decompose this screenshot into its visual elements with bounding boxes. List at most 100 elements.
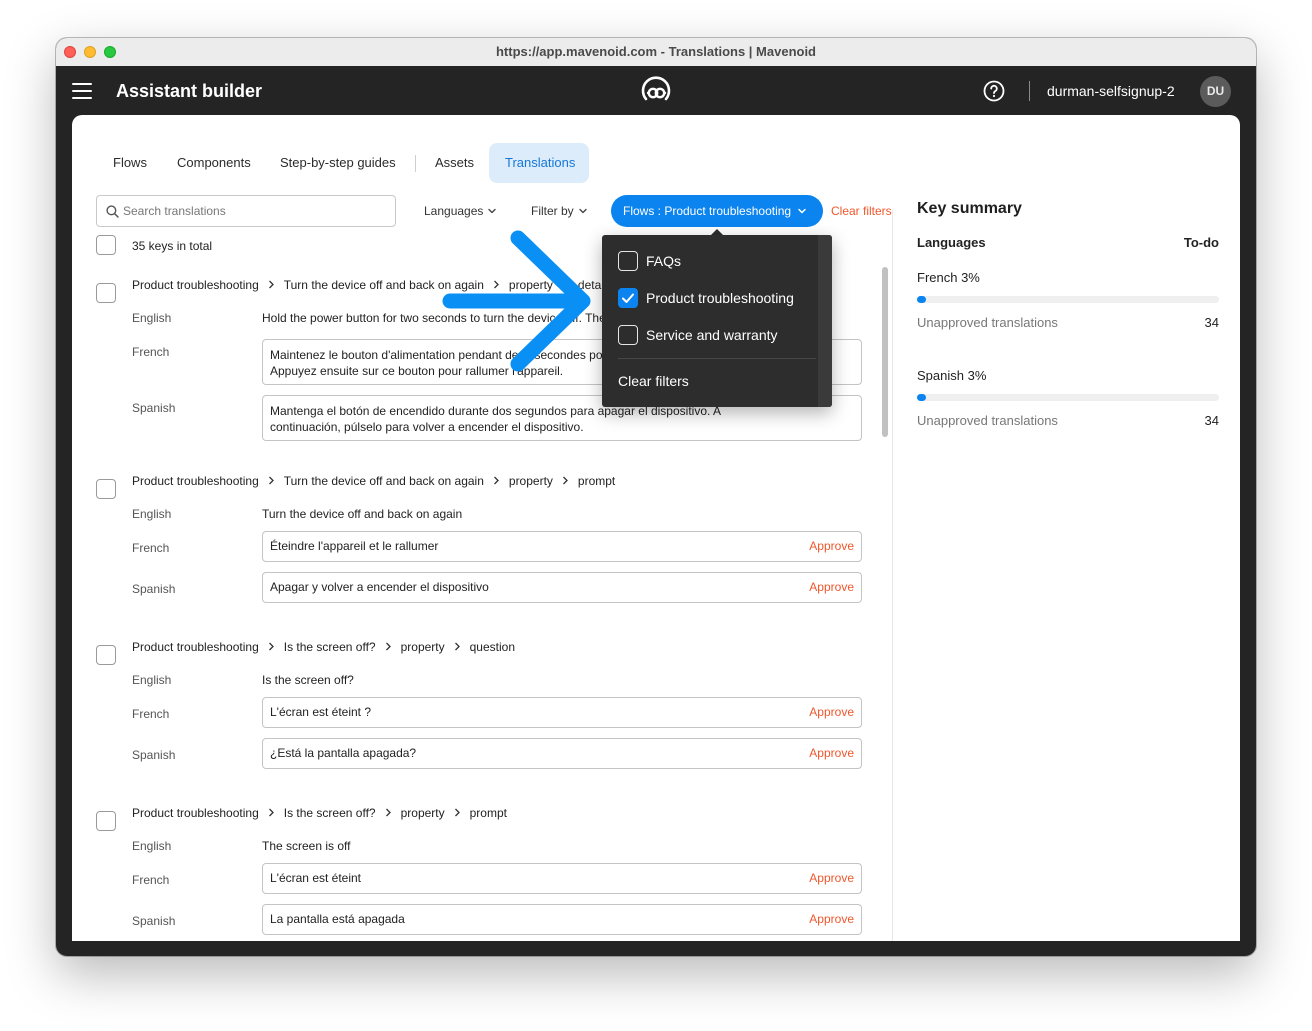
- chevron-right-icon: [268, 808, 274, 817]
- breadcrumb-item[interactable]: prompt: [470, 806, 507, 820]
- approve-button[interactable]: Approve: [809, 698, 854, 727]
- chevron-right-icon: [562, 280, 568, 289]
- select-all-checkbox[interactable]: [96, 235, 116, 255]
- spanish-translation-field[interactable]: ¿Está la pantalla apagada? Approve: [262, 738, 862, 769]
- languages-dropdown[interactable]: Languages: [424, 195, 497, 227]
- org-name[interactable]: durman-selfsignup-2: [1047, 66, 1175, 116]
- english-source-text: The screen is off: [262, 839, 351, 853]
- breadcrumb-item[interactable]: Product troubleshooting: [132, 806, 259, 820]
- window-title: https://app.mavenoid.com - Translations …: [495, 44, 817, 59]
- french-translation-field[interactable]: L'écran est éteint Approve: [262, 863, 862, 894]
- approve-button[interactable]: Approve: [809, 573, 854, 602]
- breadcrumb-item[interactable]: property: [401, 806, 445, 820]
- french-translation-field[interactable]: L'écran est éteint ? Approve: [262, 697, 862, 728]
- flows-filter-label: Flows : Product troubleshooting: [623, 204, 792, 218]
- french-translation-text: L'écran est éteint: [270, 871, 362, 885]
- chevron-right-icon: [454, 808, 460, 817]
- chevron-right-icon: [385, 642, 391, 651]
- clear-filters-link[interactable]: Clear filters: [831, 195, 892, 227]
- browser-window: https://app.mavenoid.com - Translations …: [56, 38, 1256, 956]
- panel-divider: [892, 210, 893, 941]
- approve-button[interactable]: Approve: [809, 864, 854, 893]
- unapproved-count: 34: [1204, 315, 1219, 330]
- chevron-right-icon: [385, 808, 391, 817]
- languages-dropdown-label: Languages: [424, 204, 484, 218]
- english-label: English: [132, 673, 172, 687]
- filter-by-dropdown[interactable]: Filter by: [531, 195, 588, 227]
- option-label: Service and warranty: [646, 327, 778, 343]
- chevron-down-icon: [578, 208, 587, 214]
- avatar[interactable]: DU: [1200, 76, 1231, 107]
- breadcrumb-item[interactable]: Is the screen off?: [284, 640, 376, 654]
- french-translation-field[interactable]: Éteindre l'appareil et le rallumer Appro…: [262, 531, 862, 562]
- approve-button[interactable]: Approve: [809, 532, 854, 561]
- english-label: English: [132, 839, 172, 853]
- entry-checkbox[interactable]: [96, 645, 116, 665]
- chevron-right-icon: [454, 642, 460, 651]
- flows-filter-chip[interactable]: Flows : Product troubleshooting: [611, 195, 823, 227]
- scrollbar-thumb[interactable]: [882, 267, 888, 437]
- entry-checkbox[interactable]: [96, 811, 116, 831]
- progress-bar: [917, 296, 1219, 303]
- mavenoid-logo-icon[interactable]: [639, 74, 673, 108]
- keys-total: 35 keys in total: [132, 239, 213, 253]
- list-scrollbar[interactable]: [878, 265, 892, 941]
- breadcrumb-item[interactable]: property: [509, 278, 553, 292]
- tab-step-by-step-guides[interactable]: Step-by-step guides: [264, 143, 412, 183]
- help-icon[interactable]: [983, 80, 1005, 102]
- menu-clear-filters[interactable]: Clear filters: [618, 371, 689, 391]
- menu-scroll-strip: [818, 235, 832, 407]
- breadcrumb-item[interactable]: question: [470, 640, 515, 654]
- option-checkbox[interactable]: [618, 325, 638, 345]
- entry-checkbox[interactable]: [96, 283, 116, 303]
- breadcrumb-item[interactable]: property: [509, 474, 553, 488]
- chevron-down-icon: [798, 208, 806, 214]
- progress-bar-fill: [917, 296, 927, 303]
- chevron-right-icon: [268, 280, 274, 289]
- search-box[interactable]: [96, 195, 396, 227]
- approve-button[interactable]: Approve: [809, 905, 854, 934]
- search-input[interactable]: [123, 196, 383, 226]
- breadcrumb-item[interactable]: prompt: [578, 474, 615, 488]
- approve-button[interactable]: Approve: [809, 739, 854, 768]
- breadcrumb-item[interactable]: Turn the device off and back on again: [284, 278, 484, 292]
- english-label: English: [132, 311, 172, 325]
- breadcrumb-item[interactable]: property: [401, 640, 445, 654]
- breadcrumb: Product troubleshooting Turn the device o…: [132, 471, 615, 491]
- breadcrumb-item[interactable]: Product troubleshooting: [132, 474, 259, 488]
- tab-assets[interactable]: Assets: [419, 143, 490, 183]
- chevron-right-icon: [562, 476, 568, 485]
- progress-bar-fill: [917, 394, 927, 401]
- menu-icon[interactable]: [72, 83, 92, 99]
- summary-language-name: Spanish 3%: [917, 368, 987, 383]
- english-source-text: Turn the device off and back on again: [262, 507, 463, 521]
- breadcrumb: Product troubleshooting Turn the device o…: [132, 275, 613, 295]
- tab-components[interactable]: Components: [161, 143, 267, 183]
- tab-flows[interactable]: Flows: [97, 143, 163, 183]
- tab-translations[interactable]: Translations: [489, 143, 589, 183]
- spanish-translation-text: ¿Está la pantalla apagada?: [270, 746, 417, 760]
- french-translation-text: Éteindre l'appareil et le rallumer: [270, 539, 439, 553]
- breadcrumb-item[interactable]: Product troubleshooting: [132, 640, 259, 654]
- breadcrumb-item[interactable]: Product troubleshooting: [132, 278, 259, 292]
- breadcrumb-item[interactable]: Turn the device off and back on again: [284, 474, 484, 488]
- entry-checkbox[interactable]: [96, 479, 116, 499]
- spanish-label: Spanish: [132, 914, 176, 928]
- tab-divider: [415, 155, 416, 172]
- main-content: Flows Components Step-by-step guides Ass…: [72, 115, 1240, 941]
- spanish-translation-field[interactable]: Apagar y volver a encender el dispositiv…: [262, 572, 862, 603]
- breadcrumb-item[interactable]: Is the screen off?: [284, 806, 376, 820]
- spanish-label: Spanish: [132, 748, 176, 762]
- french-label: French: [132, 873, 170, 887]
- chevron-right-icon: [268, 476, 274, 485]
- option-label: FAQs: [646, 253, 682, 269]
- option-checkbox[interactable]: [618, 251, 638, 271]
- spanish-translation-field[interactable]: La pantalla está apagada Approve: [262, 904, 862, 935]
- unapproved-label: Unapproved translations: [917, 315, 1058, 330]
- breadcrumb: Product troubleshooting Is the screen off…: [132, 637, 515, 657]
- header-divider: [1029, 81, 1030, 101]
- spanish-translation-text: Apagar y volver a encender el dispositiv…: [270, 580, 489, 594]
- chevron-right-icon: [268, 642, 274, 651]
- option-checkbox-checked[interactable]: [618, 288, 638, 308]
- spanish-label: Spanish: [132, 582, 176, 596]
